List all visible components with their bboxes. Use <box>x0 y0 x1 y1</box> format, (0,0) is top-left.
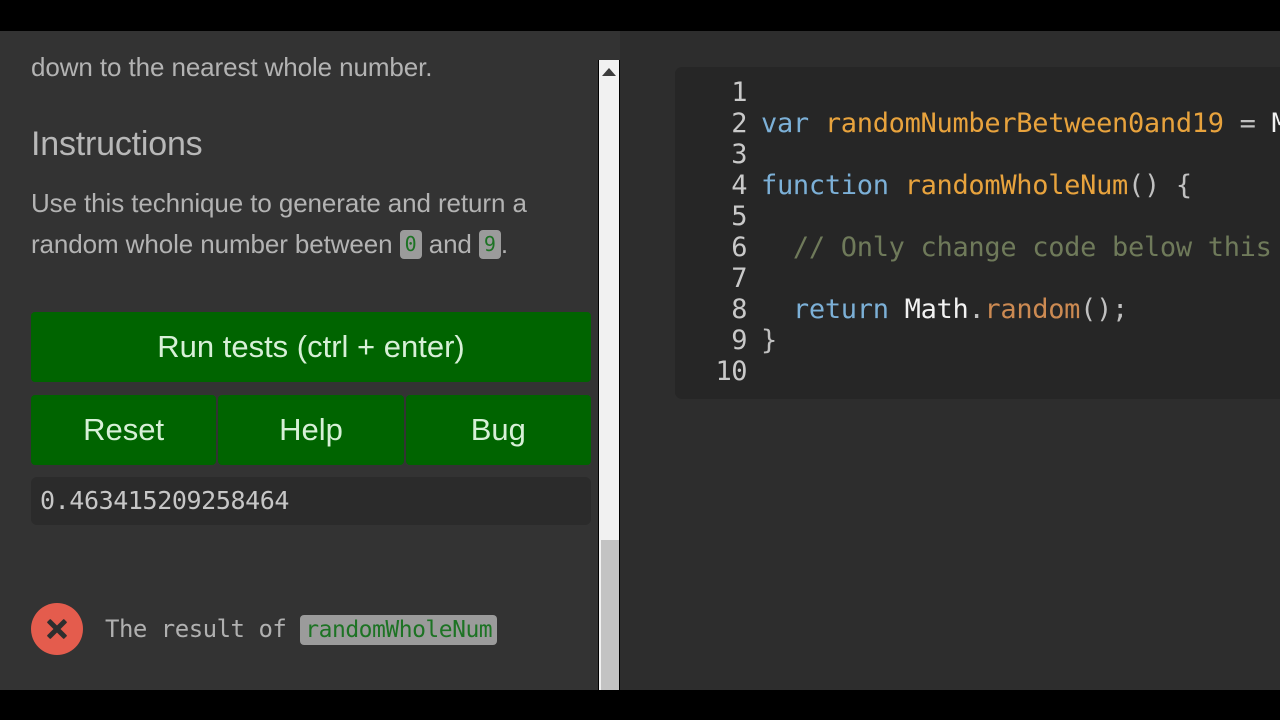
code-line: 3 <box>675 139 1280 170</box>
test-result-code-ref: randomWholeNum <box>300 615 498 645</box>
test-result-text: The result of randomWholeNum <box>105 612 498 646</box>
code-line: 10 <box>675 356 1280 387</box>
code-token: randomNumberBetween0and19 <box>824 108 1224 139</box>
inline-code-max: 9 <box>478 230 501 259</box>
line-number: 1 <box>731 77 747 108</box>
fail-circle-x-icon <box>31 603 83 655</box>
line-content: function randomWholeNum() { <box>761 170 1280 201</box>
code-token: () { <box>1128 170 1192 201</box>
editor-region: 1 2 var randomNumberBetween0and19 = M 3 4 fun… <box>620 31 1280 690</box>
sidebar-scrollbar[interactable] <box>598 60 620 690</box>
line-number: 8 <box>731 294 747 325</box>
line-number: 7 <box>731 263 747 294</box>
sidebar-content: down to the nearest whole number. Instru… <box>31 31 591 655</box>
instructions-heading: Instructions <box>31 125 203 163</box>
line-content: return Math.random(); <box>761 294 1280 325</box>
line-number: 4 <box>731 170 747 201</box>
line-number: 3 <box>731 139 747 170</box>
code-line: 1 <box>675 77 1280 108</box>
code-token: M <box>1271 108 1280 139</box>
code-line: 8 return Math.random(); <box>675 294 1280 325</box>
code-editor[interactable]: 1 2 var randomNumberBetween0and19 = M 3 4 fun… <box>675 67 1280 399</box>
line-number: 10 <box>715 356 747 387</box>
letterbox-bottom <box>0 690 1280 720</box>
line-content: // Only change code below this <box>761 232 1280 263</box>
code-line: 9} <box>675 325 1280 356</box>
code-token: random <box>984 294 1081 325</box>
code-token: (); <box>1080 294 1129 325</box>
instructions-paragraph: Use this technique to generate and retur… <box>31 183 591 265</box>
code-token: randomWholeNum <box>904 170 1129 201</box>
instructions-text-middle: and <box>421 229 479 259</box>
caret-up-icon[interactable] <box>602 68 616 76</box>
instructions-text-after: . <box>500 229 508 259</box>
code-token: function <box>761 170 905 201</box>
application-viewport: down to the nearest whole number. Instru… <box>0 31 1280 690</box>
code-line: 6 // Only change code below this <box>675 232 1280 263</box>
letterbox-top <box>0 0 1280 31</box>
code-line: 5 <box>675 201 1280 232</box>
code-token: return <box>761 294 905 325</box>
code-line: 7 <box>675 263 1280 294</box>
line-number: 6 <box>731 232 747 263</box>
code-token: var <box>761 108 825 139</box>
screen-root: down to the nearest whole number. Instru… <box>0 0 1280 720</box>
intro-paragraph: down to the nearest whole number. <box>31 52 433 82</box>
line-content: var randomNumberBetween0and19 = M <box>761 108 1280 139</box>
line-number: 2 <box>731 108 747 139</box>
reset-button[interactable]: Reset <box>31 395 217 465</box>
console-output: 0.463415209258464 <box>31 477 591 525</box>
code-token: . <box>968 294 985 325</box>
test-result-text-before: The result of <box>105 615 301 643</box>
inline-code-min: 0 <box>399 230 422 259</box>
code-line: 2 var randomNumberBetween0and19 = M <box>675 108 1280 139</box>
code-token: Math <box>904 294 969 325</box>
bug-button[interactable]: Bug <box>405 395 591 465</box>
code-token: = <box>1223 108 1272 139</box>
code-line: 4 function randomWholeNum() { <box>675 170 1280 201</box>
code-token: } <box>761 325 777 356</box>
help-button[interactable]: Help <box>218 395 404 465</box>
code-line-list: 1 2 var randomNumberBetween0and19 = M 3 4 fun… <box>675 77 1280 387</box>
code-token: // Only change code below this <box>761 232 1272 263</box>
line-number: 5 <box>731 201 747 232</box>
secondary-button-row: Reset Help Bug <box>31 395 591 465</box>
primary-button-row: Run tests (ctrl + enter) <box>31 312 591 382</box>
challenge-sidebar: down to the nearest whole number. Instru… <box>0 31 620 690</box>
line-content: } <box>761 325 1280 356</box>
line-number: 9 <box>731 325 747 356</box>
run-tests-button[interactable]: Run tests (ctrl + enter) <box>31 312 591 382</box>
test-result-row: The result of randomWholeNum <box>31 603 591 655</box>
scrollbar-thumb[interactable] <box>601 540 619 690</box>
